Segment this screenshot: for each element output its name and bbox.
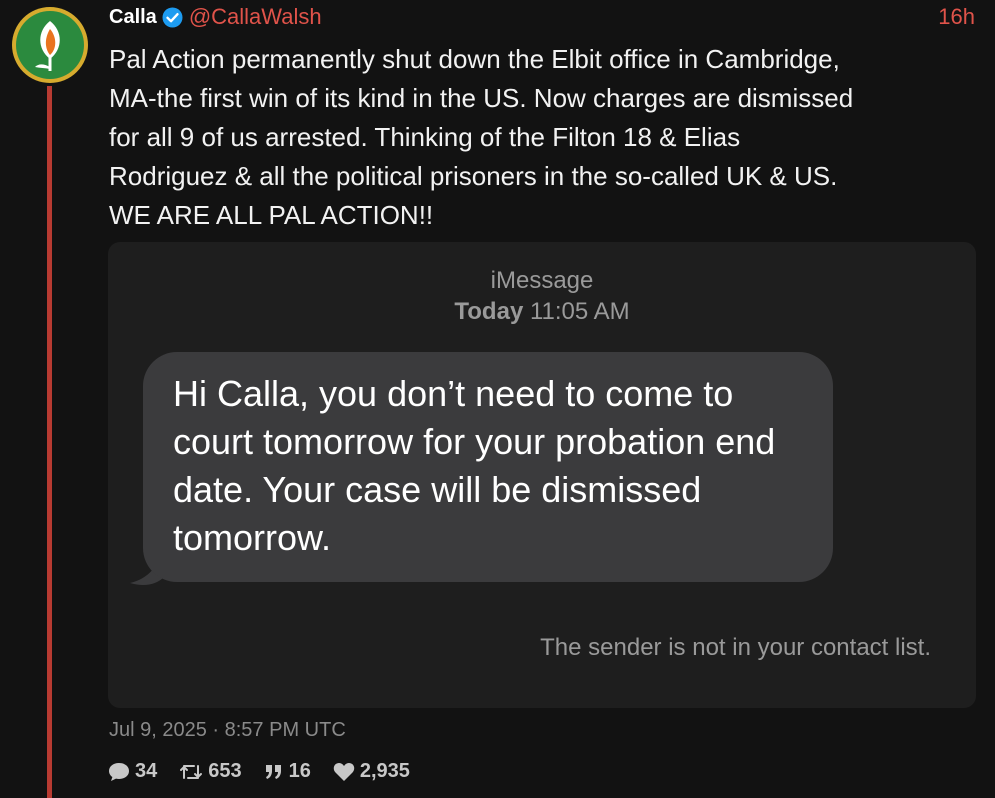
user-handle[interactable]: @CallaWalsh [189, 4, 322, 30]
avatar-logo-icon [16, 11, 84, 79]
display-name[interactable]: Calla [109, 6, 157, 29]
reply-stat[interactable]: 34 [108, 760, 157, 783]
verified-badge-icon [162, 7, 183, 28]
retweet-count: 653 [208, 760, 242, 782]
thread-line [47, 86, 52, 798]
like-count: 2,935 [359, 760, 410, 782]
comment-icon [109, 762, 129, 781]
imessage-timestamp: Today 11:05 AM [108, 298, 976, 326]
tweet-relative-time[interactable]: 16h [938, 4, 975, 30]
quote-icon [265, 764, 281, 779]
like-stat[interactable]: 2,935 [333, 760, 410, 783]
tweet-header: Calla @CallaWalsh 16h [109, 3, 975, 31]
imessage-time: 11:05 AM [529, 298, 630, 325]
tweet-text: Pal Action permanently shut down the Elb… [109, 44, 854, 230]
retweet-icon [180, 764, 203, 779]
message-bubble: Hi Calla, you don’t need to come to cour… [143, 352, 833, 582]
tweet-stats: 34 653 16 2,935 [108, 760, 432, 783]
imessage-day: Today [454, 298, 524, 325]
quote-count: 16 [288, 760, 311, 782]
quote-stat[interactable]: 16 [264, 760, 311, 783]
heart-icon [333, 762, 355, 781]
sender-not-in-contacts-note: The sender is not in your contact list. [540, 634, 931, 661]
imessage-service-label: iMessage [490, 267, 594, 294]
tweet-media-image[interactable]: iMessage Today 11:05 AM Hi Calla, you do… [108, 242, 976, 708]
tweet-date[interactable]: Jul 9, 2025 · 8:57 PM UTC [109, 719, 346, 742]
reply-count: 34 [135, 760, 158, 782]
avatar[interactable] [12, 7, 88, 83]
retweet-stat[interactable]: 653 [179, 760, 242, 783]
